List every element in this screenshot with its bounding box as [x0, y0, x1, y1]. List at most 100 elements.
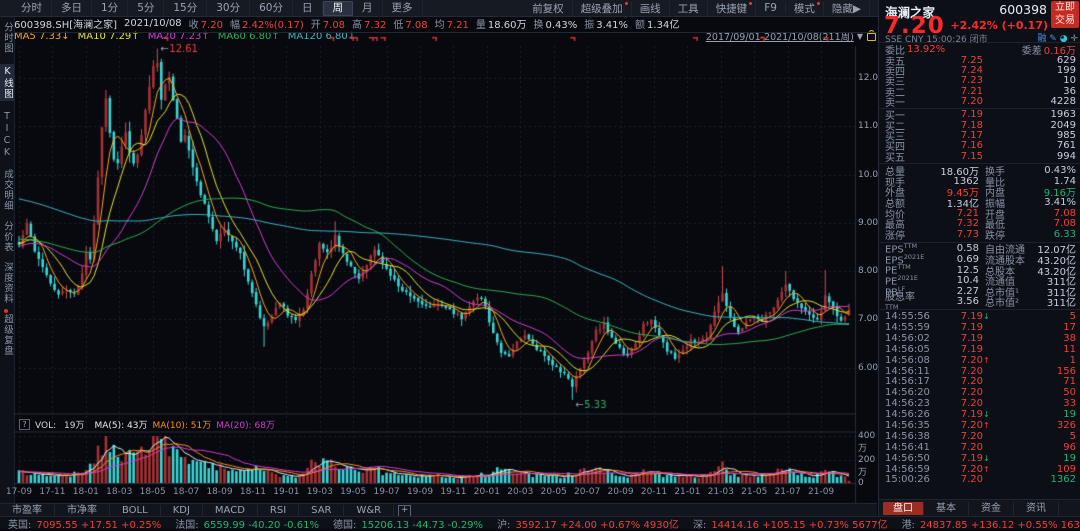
- index-quote: 法国: 6559.99 -40.20 -0.61%: [175, 516, 319, 531]
- bid-row[interactable]: 买五 7.15 994: [879, 151, 1080, 164]
- sidebar-item-TICK[interactable]: TICK: [2, 111, 13, 159]
- dot-icon[interactable]: ◕: [1060, 34, 1068, 44]
- tick-price: 7.19: [960, 452, 983, 464]
- quote-tab-资讯[interactable]: 资讯: [1014, 501, 1059, 515]
- period-tab-周[interactable]: 周: [322, 0, 353, 16]
- time-tick-label: 19-07: [373, 487, 400, 497]
- edit-icon[interactable]: ✎: [1049, 34, 1057, 44]
- trade-now-button[interactable]: 立即交易: [1051, 1, 1079, 28]
- stat-value: 6.33: [1053, 228, 1076, 240]
- period-tab-60分[interactable]: 60分: [250, 1, 293, 15]
- red-dot-icon: [749, 1, 753, 5]
- stats-grid: 总量 18.60万 换手 0.43% 现手 1362 量比 1.74 外盘 9.45万 内盘 9.16…: [879, 163, 1080, 242]
- sidebar-item-超级复盘[interactable]: 超级复盘: [0, 309, 14, 356]
- indicator-tab-W&R[interactable]: W&R: [344, 505, 395, 516]
- info-pair: 均 7.21: [435, 16, 469, 31]
- tick-arrow-icon: ↓: [983, 410, 990, 420]
- book-label: 买五: [885, 152, 905, 164]
- toolbar-action[interactable]: 模式: [786, 0, 824, 16]
- period-tab-多日[interactable]: 多日: [52, 1, 92, 15]
- tick-row: 14:56:08 7.20 ↑ 1: [879, 355, 1080, 366]
- tick-price: 7.20: [960, 387, 983, 399]
- candlestick-canvas[interactable]: [14, 33, 877, 504]
- toolbar-action[interactable]: 画线: [632, 0, 670, 16]
- time-tick-label: 19-03: [306, 487, 333, 497]
- indicator-tab-RSI[interactable]: RSI: [258, 505, 300, 516]
- tick-arrow-icon: ↓: [983, 312, 990, 322]
- tick-time: 14:56:50: [885, 452, 930, 464]
- tick-price: 7.19: [960, 311, 983, 323]
- tick-price: 7.20: [960, 463, 983, 475]
- margin-badge[interactable]: 融: [1037, 34, 1046, 44]
- info-pair: 幅 2.42%(0.17): [230, 16, 304, 31]
- book-volume: 199: [1056, 65, 1076, 77]
- stat-value: 7.21: [956, 207, 979, 219]
- valuation-value: 2.27: [956, 285, 979, 297]
- tick-row: 14:56:38 7.20 5: [879, 431, 1080, 442]
- period-tab-分时[interactable]: 分时: [12, 1, 52, 15]
- toolbar-action[interactable]: 工具: [670, 0, 708, 16]
- tick-row: 14:56:05 7.19 11: [879, 344, 1080, 355]
- sidebar-item-深度资料[interactable]: 深度资料: [0, 262, 14, 304]
- stat-label: 涨停: [885, 230, 905, 242]
- tick-row: 14:56:41 7.20 96: [879, 442, 1080, 453]
- period-tab-30分[interactable]: 30分: [207, 1, 251, 15]
- tick-row: 14:56:50 7.19 ↓ 19: [879, 453, 1080, 464]
- valuation-grid: EPSTTM 0.58 自由流通 12.07亿 EPS2021E 0.69 流通股本 43.2…: [879, 241, 1080, 311]
- ask-row[interactable]: 卖一 7.20 4228: [879, 96, 1080, 109]
- volume-tick-label: 0: [858, 478, 864, 488]
- indicator-tab-SAR[interactable]: SAR: [299, 505, 345, 516]
- sidebar-item-K线图[interactable]: K线图: [0, 63, 14, 101]
- quote-tab-资金[interactable]: 资金: [969, 501, 1014, 515]
- toolbar-action[interactable]: F9: [756, 2, 786, 14]
- indicator-tab-KDJ[interactable]: KDJ: [161, 505, 203, 516]
- tick-price: 7.20: [960, 430, 983, 442]
- indicator-tab-市净率[interactable]: 市净率: [55, 505, 110, 516]
- add-icon[interactable]: ✛: [1070, 34, 1078, 44]
- tick-list: 14:55:56 7.19 ↓ 5 14:55:59 7.19 17 14:56:02 7.19…: [879, 309, 1080, 485]
- book-volume: 761: [1056, 140, 1076, 152]
- indicator-tab-BOLL[interactable]: BOLL: [110, 505, 161, 516]
- sidebar-item-分时图[interactable]: 分时图: [0, 22, 14, 54]
- help-icon[interactable]: ?: [19, 419, 30, 430]
- period-tab-1分[interactable]: 1分: [92, 1, 129, 15]
- tick-time: 14:56:20: [885, 387, 930, 399]
- tick-time: 14:56:35: [885, 420, 930, 432]
- index-quote: 沪: 3592.17 +24.00 +0.67% 4930亿: [497, 516, 679, 531]
- tick-row: 14:56:11 7.20 156: [879, 366, 1080, 377]
- period-tab-更多[interactable]: 更多: [383, 1, 423, 15]
- quote-tab-基本[interactable]: 基本: [924, 501, 969, 515]
- tick-time: 15:00:26: [885, 474, 930, 486]
- tick-time: 14:56:08: [885, 354, 930, 366]
- tick-price: 7.20: [960, 420, 983, 432]
- time-tick-label: 18-01: [72, 487, 99, 497]
- valuation-sup: TTM: [897, 263, 911, 272]
- tick-time: 14:55:56: [885, 311, 930, 323]
- valuation-sup: TTM: [903, 242, 918, 251]
- indicator-tab-市盈率[interactable]: 市盈率: [0, 505, 55, 516]
- toolbar-action[interactable]: 超级叠加: [573, 0, 632, 16]
- sidebar-item-分价表[interactable]: 分价表: [0, 221, 14, 253]
- quote-tab-盘口[interactable]: 盘口: [883, 501, 924, 515]
- period-tab-日[interactable]: 日: [293, 1, 323, 15]
- tick-time: 14:56:41: [885, 441, 930, 453]
- sidebar-item-成交明细[interactable]: 成交明细: [0, 169, 14, 211]
- toolbar-action[interactable]: 前复权: [524, 0, 573, 16]
- tick-volume: 19: [1063, 452, 1076, 464]
- tick-price: 7.20: [960, 474, 983, 486]
- period-tab-15分[interactable]: 15分: [164, 1, 208, 15]
- indicator-tab-MACD[interactable]: MACD: [203, 505, 258, 516]
- tick-volume: 50: [1063, 387, 1076, 399]
- toolbar-action[interactable]: 快捷键: [708, 0, 757, 16]
- stat-value: 7.08: [1053, 218, 1076, 230]
- tick-volume: 1: [1069, 354, 1076, 366]
- book-volume: 36: [1063, 85, 1076, 97]
- valuation-sup: 2021E: [897, 274, 919, 283]
- tick-volume: 33: [1063, 398, 1076, 410]
- info-pair: 量 18.60万: [476, 16, 527, 31]
- tick-time: 14:56:11: [885, 365, 930, 377]
- toolbar-action[interactable]: 隐藏▶: [824, 0, 870, 16]
- period-tab-月[interactable]: 月: [353, 1, 383, 15]
- tick-row: 14:56:35 7.20 ↑ 326: [879, 420, 1080, 431]
- period-tab-5分[interactable]: 5分: [128, 1, 165, 15]
